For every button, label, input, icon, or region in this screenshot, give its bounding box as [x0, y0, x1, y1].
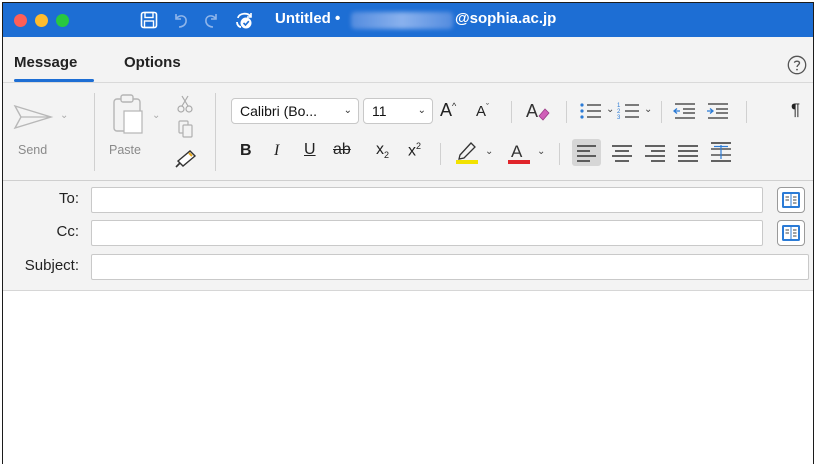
align-right-icon[interactable] [644, 144, 666, 162]
ribbon-toolbar: ⌄ Send ⌄ Paste Calibri (Bo... ⌄ 11 ⌄ A^ … [3, 83, 813, 181]
shrink-font-button[interactable]: Aˇ [476, 102, 489, 120]
send-icon[interactable] [13, 103, 57, 131]
compose-window: Untitled • @sophia.ac.jp Message Options… [2, 2, 814, 464]
message-body-editor[interactable] [3, 292, 813, 464]
show-formatting-marks-button[interactable]: ¶ [791, 100, 800, 120]
to-field[interactable] [91, 187, 763, 213]
send-button-label[interactable]: Send [18, 143, 47, 157]
highlight-color-icon[interactable] [454, 139, 480, 165]
grow-font-button[interactable]: A^ [440, 100, 456, 121]
bullet-list-chevron-icon[interactable]: ⌄ [606, 104, 614, 115]
align-left-icon[interactable] [576, 144, 598, 162]
justify-icon[interactable] [677, 144, 699, 162]
font-color-chevron-icon[interactable]: ⌄ [537, 146, 545, 157]
font-size-value: 11 [372, 103, 387, 119]
window-controls [14, 13, 69, 27]
save-icon[interactable] [139, 10, 159, 30]
format-painter-icon[interactable] [174, 147, 198, 169]
cc-label: Cc: [56, 223, 80, 240]
chevron-down-icon: ⌄ [417, 105, 426, 116]
svg-text:A: A [526, 101, 538, 121]
paste-button-label[interactable]: Paste [109, 143, 141, 157]
font-name-dropdown[interactable]: Calibri (Bo... ⌄ [231, 98, 359, 124]
title-bar: Untitled • @sophia.ac.jp [3, 3, 813, 37]
shrink-font-glyph: A [476, 103, 487, 120]
cut-icon[interactable] [176, 95, 194, 113]
paste-icon[interactable] [111, 93, 147, 135]
numbered-list-chevron-icon[interactable]: ⌄ [644, 104, 652, 115]
active-tab-indicator [14, 79, 94, 82]
increase-indent-icon[interactable] [706, 102, 730, 120]
cc-field[interactable] [91, 220, 763, 246]
ribbon-tabs: Message Options [3, 37, 813, 83]
numbered-list-icon[interactable]: 1 2 3 [617, 101, 641, 121]
bullet-list-icon[interactable] [579, 101, 603, 121]
bold-button[interactable]: B [240, 142, 252, 160]
redo-icon[interactable] [201, 10, 221, 30]
tab-message[interactable]: Message [14, 54, 77, 71]
address-book-icon [782, 225, 800, 241]
tab-options[interactable]: Options [124, 54, 181, 71]
cc-address-book-button[interactable] [777, 220, 805, 246]
to-label: To: [58, 190, 79, 207]
paste-options-chevron-icon[interactable]: ⌄ [152, 110, 160, 121]
help-icon[interactable] [787, 55, 807, 75]
svg-text:3: 3 [617, 115, 621, 121]
font-size-dropdown[interactable]: 11 ⌄ [363, 98, 433, 124]
highlight-chevron-icon[interactable]: ⌄ [485, 146, 493, 157]
to-address-book-button[interactable] [777, 187, 805, 213]
account-domain: @sophia.ac.jp [455, 10, 557, 27]
underline-button[interactable]: U [304, 141, 316, 159]
subject-field[interactable] [91, 254, 809, 280]
address-book-icon [782, 192, 800, 208]
zoom-window-button[interactable] [56, 13, 69, 27]
clear-formatting-icon[interactable]: A [525, 100, 551, 122]
svg-text:A: A [511, 142, 523, 161]
subject-label: Subject: [24, 257, 79, 274]
strikethrough-button[interactable]: ab [333, 141, 351, 159]
copy-icon[interactable] [178, 120, 194, 138]
address-fields: To: Cc: Subject: [3, 181, 813, 291]
superscript-button[interactable]: x2 [408, 141, 421, 160]
sync-check-icon[interactable] [235, 10, 255, 30]
font-name-value: Calibri (Bo... [240, 103, 318, 119]
window-title: Untitled • [275, 10, 341, 27]
minimize-window-button[interactable] [35, 13, 48, 27]
subscript-button[interactable]: x2 [376, 141, 389, 160]
line-spacing-icon[interactable] [710, 141, 732, 163]
send-options-chevron-icon[interactable]: ⌄ [60, 110, 68, 121]
font-color-icon[interactable]: A [506, 139, 532, 165]
grow-font-glyph: A [440, 100, 453, 120]
chevron-down-icon: ⌄ [343, 105, 352, 116]
close-window-button[interactable] [14, 13, 27, 27]
decrease-indent-icon[interactable] [673, 102, 697, 120]
align-center-icon[interactable] [611, 144, 633, 162]
undo-icon[interactable] [171, 10, 191, 30]
italic-button[interactable]: I [274, 142, 279, 160]
redacted-account-name [351, 12, 453, 29]
